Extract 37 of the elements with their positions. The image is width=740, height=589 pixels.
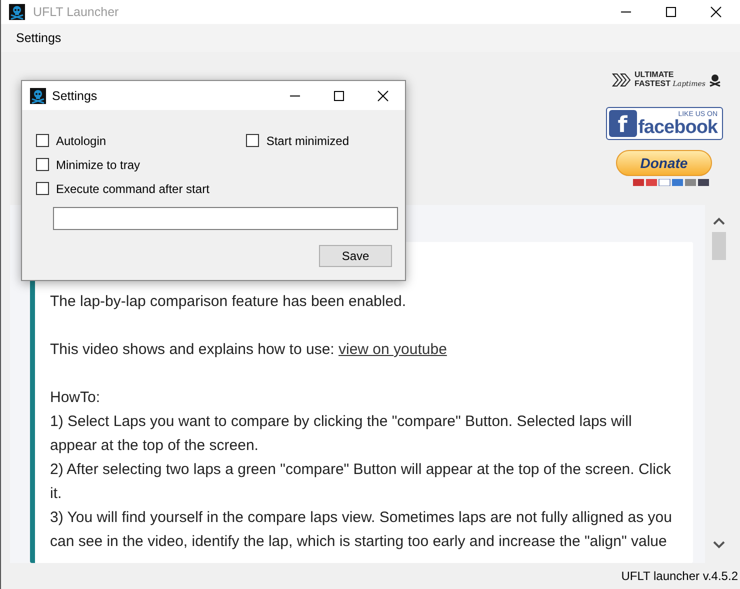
- chevrons-icon: [612, 72, 632, 88]
- skull-icon: [9, 4, 25, 20]
- checkbox-label: Minimize to tray: [56, 158, 140, 172]
- scroll-up-icon[interactable]: [713, 217, 725, 225]
- facebook-f-logo: f: [608, 110, 636, 137]
- save-button[interactable]: Save: [319, 245, 392, 267]
- dialog-title: Settings: [52, 88, 98, 102]
- checkbox-label: Start minimized: [266, 134, 349, 148]
- version-label: UFLT launcher v.4.5.2: [621, 569, 738, 583]
- checkbox[interactable]: [246, 134, 260, 147]
- checkbox[interactable]: [36, 134, 49, 147]
- maximize-icon[interactable]: [665, 6, 677, 18]
- scrollbar-thumb[interactable]: [712, 232, 726, 260]
- instruction-step: 3) You will find yourself in the compare laps view. Sometimes laps are not fully alligned as you can see in the video, identify the lap, which is starting too early and increase the "align" value: [50, 506, 677, 554]
- scroll-down-icon[interactable]: [713, 541, 725, 549]
- maximize-icon[interactable]: [333, 90, 345, 102]
- instruction-step: 2) After selecting two laps a green "compare" Button will appear at the top of the screen. Click it.: [50, 458, 677, 506]
- checkbox[interactable]: [36, 182, 49, 195]
- logo-text: FASTEST: [634, 79, 671, 88]
- close-icon[interactable]: [377, 90, 389, 102]
- skull-icon: [30, 88, 46, 104]
- paragraph: This video shows and explains how to use: view on youtube: [50, 340, 448, 360]
- skull-crossbones-icon: [708, 72, 722, 86]
- checkbox-label: Execute command after start: [56, 182, 210, 196]
- logo-text: ULTIMATE: [634, 70, 675, 79]
- howto-heading: HowTo:: [50, 388, 102, 408]
- paragraph: The lap-by-lap comparison feature has been enabled.: [50, 292, 408, 312]
- checkbox-label: Autologin: [56, 134, 106, 148]
- youtube-link[interactable]: view on youtube: [338, 341, 447, 358]
- instruction-step: 1) Select Laps you want to compare by clicking the "compare" Button. Selected laps will appear at the top of the screen.: [50, 410, 677, 458]
- close-icon[interactable]: [710, 6, 722, 18]
- payment-cards-icon: [633, 179, 709, 186]
- menu-item[interactable]: Settings: [16, 31, 62, 45]
- command-input-field[interactable]: [53, 207, 398, 230]
- donate-button[interactable]: Donate: [616, 150, 712, 176]
- window-title: UFLT Launcher: [33, 5, 120, 19]
- checkbox[interactable]: [36, 158, 49, 171]
